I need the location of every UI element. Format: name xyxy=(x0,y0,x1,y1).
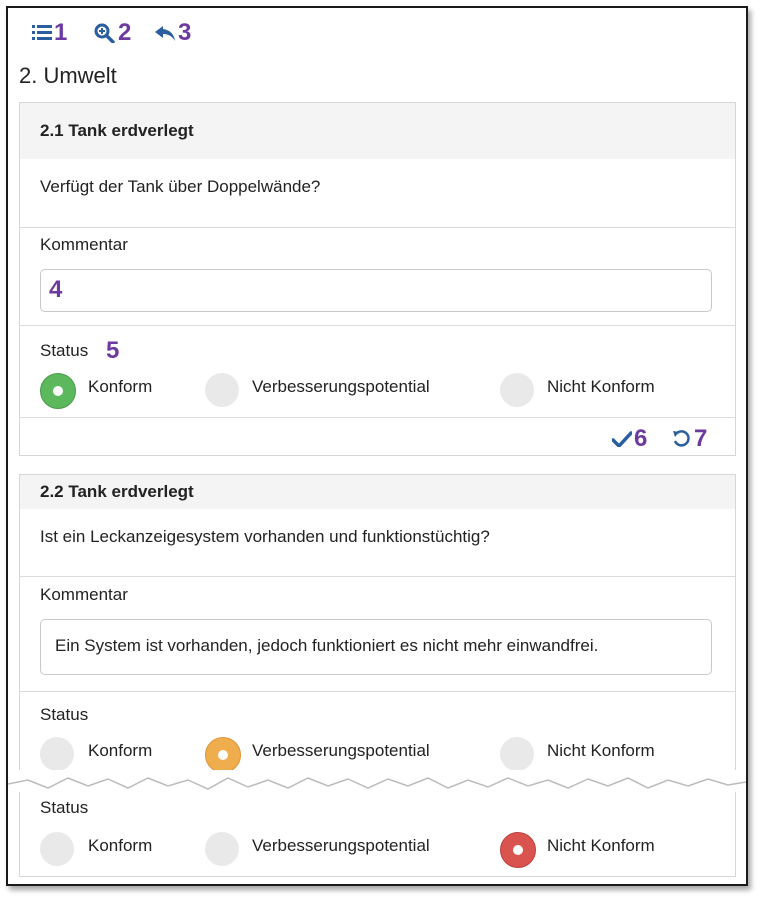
back-button[interactable]: 3 xyxy=(154,18,191,48)
radio-nicht-konform[interactable] xyxy=(500,373,534,407)
divider xyxy=(20,417,735,418)
undo-icon xyxy=(673,430,690,447)
question-text: Ist ein Leckanzeigesystem vorhanden und … xyxy=(40,527,490,546)
comment-label: Kommentar xyxy=(40,585,128,604)
question-text: Verfügt der Tank über Doppelwände? xyxy=(40,177,321,196)
callout-7: 7 xyxy=(694,425,708,452)
list-icon xyxy=(32,25,52,40)
radio-konform[interactable] xyxy=(40,737,74,771)
radio-label-verbesserung[interactable]: Verbesserungspotential xyxy=(252,836,430,856)
callout-3: 3 xyxy=(178,19,192,46)
zoom-button[interactable]: 2 xyxy=(94,18,131,48)
radio-selected-dot xyxy=(53,386,63,396)
question-heading: 2.2 Tank erdverlegt xyxy=(40,482,194,501)
radio-selected-dot xyxy=(218,750,228,760)
radio-label-konform[interactable]: Konform xyxy=(88,377,152,397)
callout-4: 4 xyxy=(49,276,63,303)
status-label: Status xyxy=(40,705,89,724)
divider xyxy=(20,227,735,228)
divider xyxy=(20,325,735,326)
radio-label-nicht-konform[interactable]: Nicht Konform xyxy=(547,836,655,856)
question-panel-2: 2.2 Tank erdverlegt Ist ein Leckanzeiges… xyxy=(19,474,736,781)
divider xyxy=(20,576,735,577)
page-title: 2. Umwelt xyxy=(19,63,117,88)
callout-2: 2 xyxy=(118,19,132,46)
screenshot-frame: 1 2 3 2. Umwelt 2.1 Tank erdverlegt Verf… xyxy=(6,6,748,886)
radio-verbesserung[interactable] xyxy=(205,832,239,866)
radio-label-konform[interactable]: Konform xyxy=(88,836,152,856)
panel-heading: 2.2 Tank erdverlegt xyxy=(20,475,735,509)
radio-label-verbesserung[interactable]: Verbesserungspotential xyxy=(252,377,430,397)
comment-value: Ein System ist vorhanden, jedoch funktio… xyxy=(55,636,599,655)
status-label: Status xyxy=(40,341,89,360)
question-panel-3: Status Konform Verbesserungspotential Ni… xyxy=(19,792,736,877)
radio-label-nicht-konform[interactable]: Nicht Konform xyxy=(547,377,655,397)
radio-nicht-konform[interactable] xyxy=(500,832,536,868)
comment-input[interactable]: 4 xyxy=(40,269,712,312)
radio-verbesserung[interactable] xyxy=(205,373,239,407)
comment-label: Kommentar xyxy=(40,235,128,254)
radio-nicht-konform[interactable] xyxy=(500,737,534,771)
list-button[interactable]: 1 xyxy=(32,18,67,48)
reply-icon xyxy=(155,26,175,41)
callout-6: 6 xyxy=(634,425,648,452)
comment-input[interactable]: Ein System ist vorhanden, jedoch funktio… xyxy=(40,619,712,675)
radio-label-konform[interactable]: Konform xyxy=(88,741,152,761)
zoom-in-icon xyxy=(94,23,115,43)
radio-label-verbesserung[interactable]: Verbesserungspotential xyxy=(252,741,430,761)
question-panel-1: 2.1 Tank erdverlegt Verfügt der Tank übe… xyxy=(19,102,736,456)
reset-button[interactable]: 7 xyxy=(672,425,707,453)
radio-konform[interactable] xyxy=(40,832,74,866)
radio-label-nicht-konform[interactable]: Nicht Konform xyxy=(547,741,655,761)
callout-5: 5 xyxy=(106,337,120,364)
radio-konform[interactable] xyxy=(40,373,76,409)
panel-heading: 2.1 Tank erdverlegt xyxy=(20,103,735,159)
status-label: Status xyxy=(40,798,89,817)
callout-1: 1 xyxy=(54,19,68,46)
divider xyxy=(20,691,735,692)
save-button[interactable]: 6 xyxy=(612,425,647,453)
radio-selected-dot xyxy=(513,845,523,855)
check-icon xyxy=(612,431,632,447)
question-heading: 2.1 Tank erdverlegt xyxy=(40,121,194,140)
radio-verbesserung[interactable] xyxy=(205,737,241,773)
